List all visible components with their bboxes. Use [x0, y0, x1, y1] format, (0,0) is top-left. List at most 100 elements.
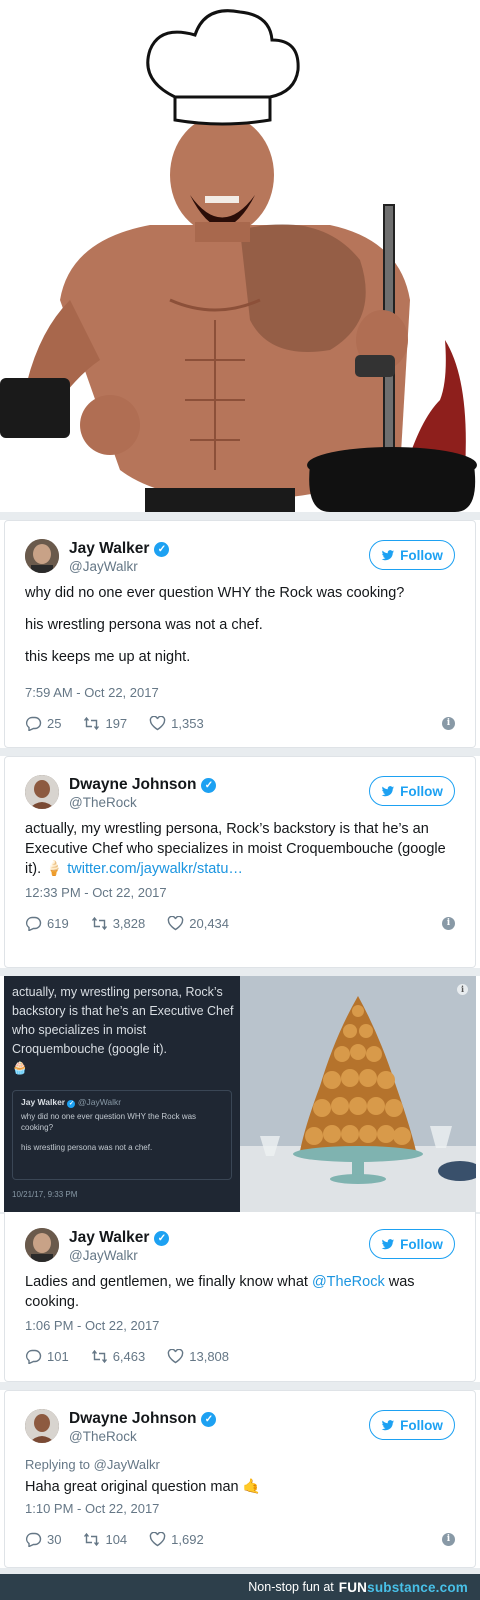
author-handle[interactable]: @JayWalkr [69, 559, 138, 574]
reply-button[interactable]: 25 [25, 716, 61, 731]
avatar[interactable] [25, 1228, 59, 1262]
retweet-button[interactable]: 6,463 [91, 1349, 145, 1364]
tweet-card: Dwayne Johnson ✓ @TheRock Follow Replyin… [4, 1390, 476, 1568]
author-name[interactable]: Dwayne Johnson [69, 1410, 196, 1428]
reply-icon [25, 916, 42, 931]
divider [0, 1382, 480, 1390]
tweet-card: Dwayne Johnson ✓ @TheRock Follow actuall… [4, 756, 476, 968]
follow-button[interactable]: Follow [369, 1229, 455, 1259]
verified-icon: ✓ [201, 777, 217, 793]
like-icon [149, 1531, 166, 1546]
verified-icon: ✓ [67, 1100, 76, 1108]
tweet-text: Haha great original question man 🤙 [25, 1477, 457, 1497]
info-icon[interactable]: i [442, 1533, 455, 1546]
tweet-card: Jay Walker ✓ @JayWalkr Follow Ladies and… [4, 1212, 476, 1382]
divider [0, 512, 480, 520]
like-button[interactable]: 20,434 [167, 915, 229, 931]
like-button[interactable]: 1,353 [149, 715, 204, 731]
screenshot-text: actually, my wrestling persona, Rock’s b… [12, 983, 234, 1078]
tweet-header: Jay Walker ✓ @JayWalkr Follow [25, 1228, 455, 1268]
author-name[interactable]: Jay Walker [69, 1229, 149, 1247]
tweet-header: Dwayne Johnson ✓ @TheRock Follow [25, 775, 455, 815]
like-button[interactable]: 13,808 [167, 1348, 230, 1364]
author-name[interactable]: Dwayne Johnson [69, 776, 196, 794]
name-row: Dwayne Johnson ✓ [69, 775, 217, 795]
reply-to-link[interactable]: @JayWalkr [94, 1457, 160, 1472]
info-icon[interactable]: i [442, 917, 455, 930]
like-icon [149, 715, 166, 730]
reply-icon [25, 1532, 42, 1547]
follow-button[interactable]: Follow [369, 776, 455, 806]
reply-count: 25 [47, 715, 62, 731]
verified-icon: ✓ [154, 541, 170, 557]
footer-brand-link[interactable]: FUNsubstance.com [339, 1580, 468, 1595]
tweet-line: his wrestling persona was not a chef. [25, 617, 263, 633]
tweet-line: why did no one ever question WHY the Roc… [25, 585, 405, 601]
timestamp[interactable]: 12:33 PM - Oct 22, 2017 [25, 885, 167, 900]
author-handle[interactable]: @JayWalkr [69, 1248, 138, 1263]
author-handle[interactable]: @TheRock [69, 795, 137, 810]
site-footer: Non-stop fun at FUNsubstance.com [0, 1574, 480, 1600]
reply-button[interactable]: 101 [25, 1349, 69, 1364]
bird-icon [381, 549, 395, 560]
info-icon[interactable]: i [442, 717, 455, 730]
quote-text-2: his wrestling persona was not a chef. [21, 1143, 153, 1152]
tweet-link[interactable]: twitter.com/jaywalkr/statu… [67, 861, 243, 877]
retweet-icon [84, 716, 100, 730]
tweet-card: Jay Walker ✓ @JayWalkr Follow why did no… [4, 520, 476, 748]
avatar[interactable] [25, 775, 59, 809]
follow-button[interactable]: Follow [369, 1410, 455, 1440]
chef-rock-image [0, 9, 477, 512]
retweet-button[interactable]: 197 [83, 716, 127, 731]
retweet-count: 3,828 [112, 915, 146, 931]
timestamp[interactable]: 1:10 PM - Oct 22, 2017 [25, 1501, 159, 1516]
quote-name: Jay Walker [21, 1097, 66, 1107]
mention-link[interactable]: @TheRock [312, 1274, 385, 1290]
reply-button[interactable]: 30 [25, 1532, 61, 1547]
follow-label: Follow [400, 547, 443, 563]
avatar[interactable] [25, 1409, 59, 1443]
retweet-button[interactable]: 3,828 [91, 915, 146, 931]
avatar[interactable] [25, 539, 59, 573]
follow-label: Follow [400, 783, 443, 799]
bird-icon [381, 1419, 395, 1430]
tweet-line: Ladies and gentlemen, we finally know wh… [25, 1274, 308, 1290]
retweet-button[interactable]: 104 [83, 1532, 127, 1547]
divider [0, 968, 480, 976]
author-name[interactable]: Jay Walker [69, 540, 149, 558]
reply-button[interactable]: 619 [25, 916, 69, 931]
timestamp[interactable]: 1:06 PM - Oct 22, 2017 [25, 1318, 159, 1333]
replying-to: Replying to @JayWalkr [25, 1457, 160, 1472]
tweet-actions: 25 197 1,353 [25, 713, 455, 733]
retweet-count: 104 [105, 1531, 128, 1547]
like-count: 13,808 [189, 1348, 230, 1364]
reply-count: 30 [47, 1531, 62, 1547]
divider [0, 748, 480, 756]
reply-icon [25, 716, 42, 731]
timestamp[interactable]: 7:59 AM - Oct 22, 2017 [25, 685, 159, 700]
tweet-line: Haha great original question man [25, 1479, 239, 1495]
reply-count: 101 [47, 1348, 69, 1364]
like-count: 1,692 [171, 1531, 204, 1547]
call-me-hand-emoji-icon: 🤙 [242, 1479, 261, 1495]
embedded-image[interactable]: actually, my wrestling persona, Rock’s b… [4, 976, 476, 1212]
retweet-icon [91, 916, 107, 930]
screenshot-panel: actually, my wrestling persona, Rock’s b… [4, 976, 240, 1212]
retweet-icon [91, 1349, 107, 1363]
author-handle[interactable]: @TheRock [69, 1429, 137, 1444]
tweet-text: actually, my wrestling persona, Rock’s b… [25, 819, 457, 879]
emoji-icon: 🧁 [12, 1061, 28, 1075]
tweet-actions: 619 3,828 20,434 [25, 913, 455, 933]
bird-icon [381, 1238, 395, 1249]
name-row: Dwayne Johnson ✓ [69, 1409, 217, 1429]
info-icon[interactable]: i [457, 984, 468, 995]
like-icon [167, 1348, 184, 1363]
hero-illustration [0, 0, 480, 512]
reply-icon [25, 1349, 42, 1364]
tweet-header: Dwayne Johnson ✓ @TheRock Follow [25, 1409, 455, 1449]
follow-button[interactable]: Follow [369, 540, 455, 570]
reply-count: 619 [47, 915, 69, 931]
like-button[interactable]: 1,692 [149, 1531, 204, 1547]
verified-icon: ✓ [201, 1411, 217, 1427]
bird-icon [381, 785, 395, 796]
